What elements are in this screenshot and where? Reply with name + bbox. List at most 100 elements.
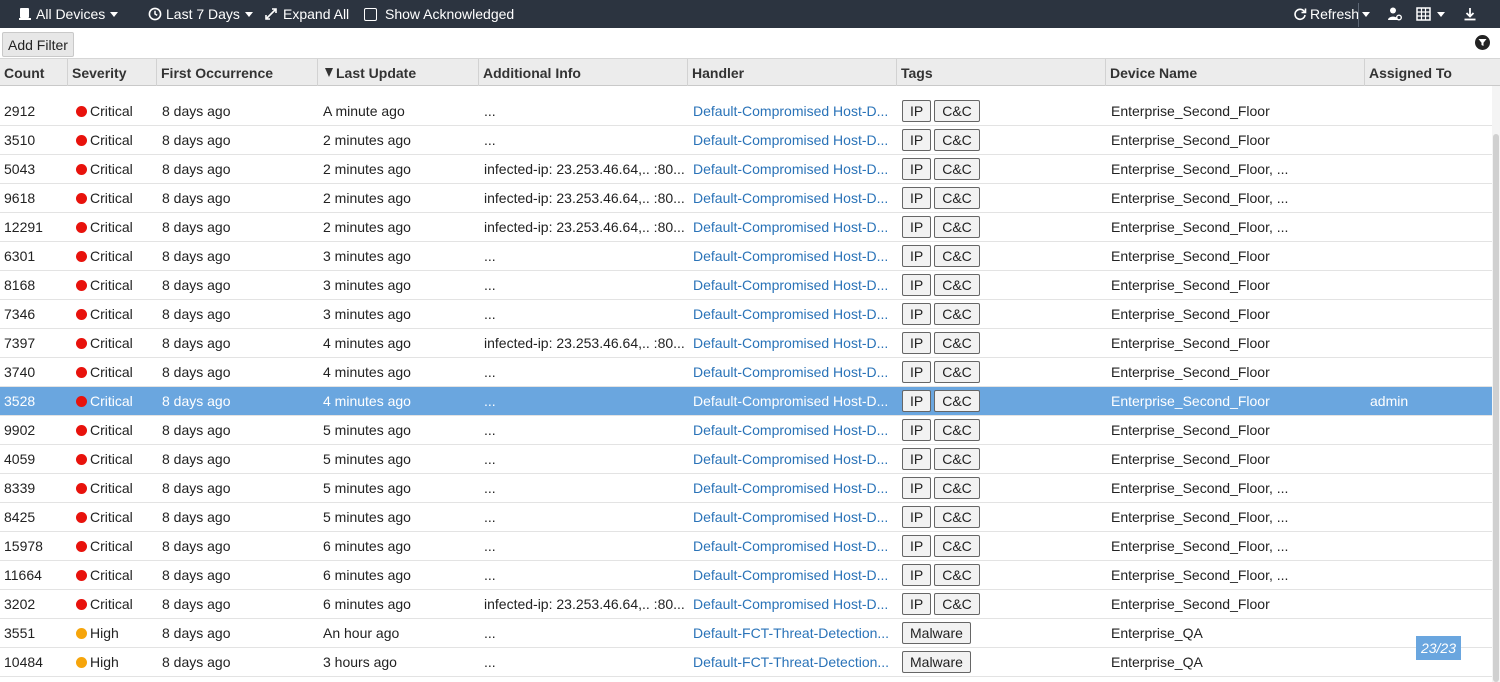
expand-all-button[interactable]: Expand All: [264, 0, 349, 28]
column-header-first-occurrence[interactable]: First Occurrence: [157, 59, 318, 86]
table-row[interactable]: 3510 Critical 8 days ago 2 minutes ago... De…: [0, 126, 1492, 155]
table-row[interactable]: 3202 Critical 8 days ago 6 minutes ago infec…: [0, 590, 1492, 619]
tag-badge[interactable]: IP: [902, 245, 932, 267]
refresh-button[interactable]: Refresh: [1293, 0, 1359, 28]
refresh-options-dropdown[interactable]: [1362, 0, 1370, 28]
handler-link[interactable]: Default-FCT-Threat-Detection...: [693, 654, 889, 670]
handler-link[interactable]: Default-Compromised Host-D...: [693, 596, 888, 612]
tag-badge[interactable]: C&C: [934, 361, 980, 383]
handler-link[interactable]: Default-Compromised Host-D...: [693, 190, 888, 206]
handler-link[interactable]: Default-Compromised Host-D...: [693, 480, 888, 496]
handler-link[interactable]: Default-Compromised Host-D...: [693, 393, 888, 409]
tag-badge[interactable]: C&C: [934, 593, 980, 615]
table-row[interactable]: 2912 Critical 8 days ago A minute ago... Def…: [0, 97, 1492, 126]
handler-link[interactable]: Default-Compromised Host-D...: [693, 509, 888, 525]
tag-badge[interactable]: Malware: [902, 651, 971, 673]
tag-badge[interactable]: IP: [902, 332, 932, 354]
handler-link[interactable]: Default-Compromised Host-D...: [693, 335, 888, 351]
handler-link[interactable]: Default-Compromised Host-D...: [693, 132, 888, 148]
handler-link[interactable]: Default-Compromised Host-D...: [693, 451, 888, 467]
tag-badge[interactable]: IP: [902, 303, 932, 325]
tag-badge[interactable]: C&C: [934, 129, 980, 151]
tag-badge[interactable]: IP: [902, 129, 932, 151]
table-row[interactable]: 6301 Critical 8 days ago 3 minutes ago... De…: [0, 242, 1492, 271]
tag-badge[interactable]: IP: [902, 100, 932, 122]
tag-badge[interactable]: C&C: [934, 390, 980, 412]
table-row[interactable]: 8168 Critical 8 days ago 3 minutes ago... De…: [0, 271, 1492, 300]
handler-link[interactable]: Default-FCT-Threat-Detection...: [693, 625, 889, 641]
time-range-dropdown[interactable]: Last 7 Days: [148, 0, 253, 28]
tag-badge[interactable]: C&C: [934, 564, 980, 586]
table-row[interactable]: 3528 Critical 8 days ago 4 minutes ago... De…: [0, 387, 1492, 416]
table-row[interactable]: 15978 Critical 8 days ago 6 minutes ago... D…: [0, 532, 1492, 561]
tag-badge[interactable]: C&C: [934, 303, 980, 325]
column-header-assigned-to[interactable]: Assigned To: [1365, 59, 1500, 86]
add-filter-button[interactable]: Add Filter: [2, 32, 74, 57]
table-row[interactable]: 8339 Critical 8 days ago 5 minutes ago... De…: [0, 474, 1492, 503]
all-devices-dropdown[interactable]: All Devices: [18, 0, 119, 28]
table-row[interactable]: 12291 Critical 8 days ago 2 minutes ago infe…: [0, 213, 1492, 242]
handler-link[interactable]: Default-Compromised Host-D...: [693, 567, 888, 583]
tag-badge[interactable]: C&C: [934, 448, 980, 470]
column-header-additional-info[interactable]: Additional Info: [479, 59, 688, 86]
tag-badge[interactable]: C&C: [934, 506, 980, 528]
checkbox-icon[interactable]: [364, 7, 377, 21]
column-header-count[interactable]: Count: [0, 59, 68, 86]
table-row[interactable]: 7346 Critical 8 days ago 3 minutes ago... De…: [0, 300, 1492, 329]
table-row[interactable]: 4059 Critical 8 days ago 5 minutes ago... De…: [0, 445, 1492, 474]
tag-badge[interactable]: C&C: [934, 187, 980, 209]
handler-link[interactable]: Default-Compromised Host-D...: [693, 103, 888, 119]
table-row[interactable]: 9902 Critical 8 days ago 5 minutes ago... De…: [0, 416, 1492, 445]
table-row[interactable]: 10484 High 8 days ago 3 hours ago... Default…: [0, 648, 1492, 677]
column-header-tags[interactable]: Tags: [897, 59, 1106, 86]
table-row[interactable]: 7397 Critical 8 days ago 4 minutes ago infec…: [0, 329, 1492, 358]
column-header-device-name[interactable]: Device Name: [1106, 59, 1365, 86]
tag-badge[interactable]: IP: [902, 361, 932, 383]
table-row[interactable]: 3740 Critical 8 days ago 4 minutes ago... De…: [0, 358, 1492, 387]
handler-link[interactable]: Default-Compromised Host-D...: [693, 277, 888, 293]
tag-badge[interactable]: C&C: [934, 216, 980, 238]
tag-badge[interactable]: IP: [902, 419, 932, 441]
tag-badge[interactable]: C&C: [934, 332, 980, 354]
tag-badge[interactable]: IP: [902, 390, 932, 412]
handler-link[interactable]: Default-Compromised Host-D...: [693, 538, 888, 554]
table-row[interactable]: 11664 Critical 8 days ago 6 minutes ago... D…: [0, 561, 1492, 590]
table-row[interactable]: 5043 Critical 8 days ago 2 minutes ago infec…: [0, 155, 1492, 184]
show-acknowledged-toggle[interactable]: Show Acknowledged: [364, 0, 514, 28]
handler-link[interactable]: Default-Compromised Host-D...: [693, 422, 888, 438]
tag-badge[interactable]: IP: [902, 216, 932, 238]
scrollbar-thumb[interactable]: [1493, 134, 1499, 682]
tag-badge[interactable]: IP: [902, 477, 932, 499]
table-row[interactable]: 3551 High 8 days ago An hour ago... Default-…: [0, 619, 1492, 648]
handler-link[interactable]: Default-Compromised Host-D...: [693, 364, 888, 380]
tag-badge[interactable]: C&C: [934, 419, 980, 441]
column-header-last-update[interactable]: Last Update: [318, 59, 479, 86]
tag-badge[interactable]: C&C: [934, 158, 980, 180]
handler-link[interactable]: Default-Compromised Host-D...: [693, 161, 888, 177]
tag-badge[interactable]: IP: [902, 448, 932, 470]
tag-badge[interactable]: IP: [902, 187, 932, 209]
download-button[interactable]: [1463, 0, 1477, 28]
table-row[interactable]: 9618 Critical 8 days ago 2 minutes ago infec…: [0, 184, 1492, 213]
tag-badge[interactable]: IP: [902, 158, 932, 180]
tag-badge[interactable]: C&C: [934, 535, 980, 557]
column-header-handler[interactable]: Handler: [688, 59, 897, 86]
column-settings-dropdown[interactable]: [1416, 0, 1445, 28]
tag-badge[interactable]: IP: [902, 593, 932, 615]
column-header-severity[interactable]: Severity: [68, 59, 157, 86]
tag-badge[interactable]: IP: [902, 274, 932, 296]
filter-funnel-icon[interactable]: [1475, 35, 1490, 50]
table-row[interactable]: 8425 Critical 8 days ago 5 minutes ago... De…: [0, 503, 1492, 532]
tag-badge[interactable]: C&C: [934, 100, 980, 122]
handler-link[interactable]: Default-Compromised Host-D...: [693, 306, 888, 322]
tag-badge[interactable]: IP: [902, 564, 932, 586]
tag-badge[interactable]: IP: [902, 506, 932, 528]
handler-link[interactable]: Default-Compromised Host-D...: [693, 248, 888, 264]
tag-badge[interactable]: C&C: [934, 477, 980, 499]
handler-link[interactable]: Default-Compromised Host-D...: [693, 219, 888, 235]
tag-badge[interactable]: Malware: [902, 622, 971, 644]
tag-badge[interactable]: IP: [902, 535, 932, 557]
assign-user-button[interactable]: [1387, 0, 1403, 28]
tag-badge[interactable]: C&C: [934, 274, 980, 296]
tag-badge[interactable]: C&C: [934, 245, 980, 267]
